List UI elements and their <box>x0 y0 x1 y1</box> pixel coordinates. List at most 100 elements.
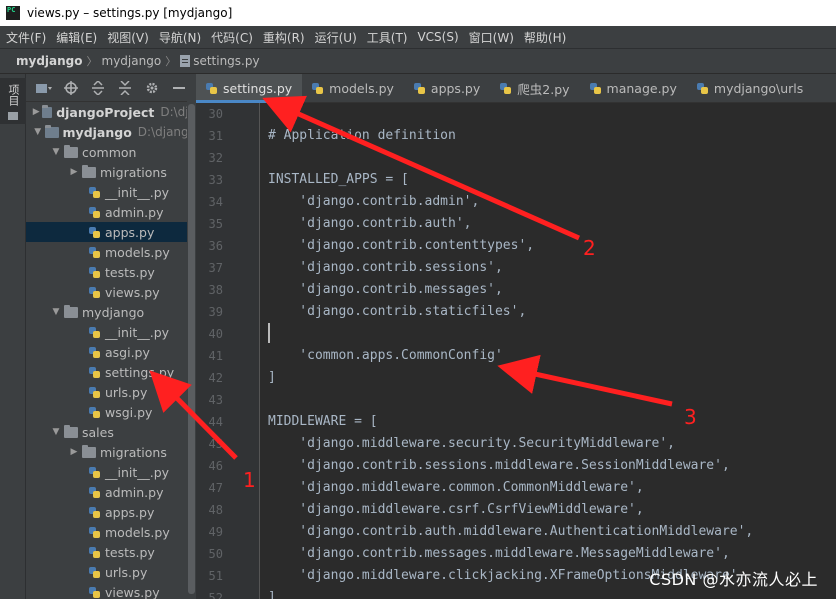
python-file-icon <box>89 266 100 278</box>
settings-gear-icon[interactable] <box>144 80 160 96</box>
project-tool-tab[interactable]: 项目 <box>0 78 26 124</box>
project-view-dropdown-icon[interactable] <box>36 80 52 96</box>
tab-settings[interactable]: settings.py <box>196 74 303 103</box>
menu-run[interactable]: 运行(U) <box>315 29 357 46</box>
menu-help[interactable]: 帮助(H) <box>524 29 566 46</box>
tree-item-file-selected[interactable]: apps.py <box>26 222 196 242</box>
tree-item-file[interactable]: urls.py <box>26 562 196 582</box>
tree-item-file[interactable]: urls.py <box>26 382 196 402</box>
chevron-down-icon[interactable]: ▼ <box>50 427 62 437</box>
line-number-gutter[interactable]: 30 31 32 33 34 35 36 37 38 39 40 41 42 4… <box>196 103 260 599</box>
tree-item-migrations[interactable]: ▶ migrations <box>26 442 196 462</box>
code-line: 'django.contrib.auth', <box>268 216 472 231</box>
window-title: views.py – settings.py [mydjango] <box>27 6 233 20</box>
tree-item-file[interactable]: __init__.py <box>26 322 196 342</box>
tree-item-file[interactable]: models.py <box>26 522 196 542</box>
code-editor[interactable]: # Application definition INSTALLED_APPS … <box>261 103 836 599</box>
tree-item-label: mydjango <box>62 124 132 140</box>
tree-item-label: admin.py <box>105 484 164 500</box>
python-file-icon <box>89 366 100 378</box>
tab-label: manage.py <box>606 81 677 96</box>
tree-item-file[interactable]: wsgi.py <box>26 402 196 422</box>
tab-models[interactable]: models.py <box>302 74 404 103</box>
tree-item-label: asgi.py <box>105 344 150 360</box>
folder-icon <box>42 104 53 118</box>
tree-item-file[interactable]: admin.py <box>26 202 196 222</box>
tree-item-label: sales <box>82 424 114 440</box>
tree-item-file[interactable]: models.py <box>26 242 196 262</box>
chevron-down-icon[interactable]: ▼ <box>32 127 43 137</box>
chevron-right-icon[interactable]: ▶ <box>68 447 80 457</box>
menu-tools[interactable]: 工具(T) <box>367 29 408 46</box>
chevron-right-icon[interactable]: ▶ <box>32 107 40 117</box>
tree-item-common[interactable]: ▼ common <box>26 142 196 162</box>
tree-item-file[interactable]: asgi.py <box>26 342 196 362</box>
expand-all-icon[interactable] <box>90 80 106 96</box>
hide-icon[interactable] <box>171 80 187 96</box>
collapse-all-icon[interactable] <box>117 80 133 96</box>
project-tree: ▶ djangoProject D:\dja ▼ mydjango D:\dja… <box>26 102 196 599</box>
code-line: 'django.contrib.staticfiles', <box>268 304 527 319</box>
breadcrumb-project[interactable]: mydjango <box>16 54 83 68</box>
menu-window[interactable]: 窗口(W) <box>469 29 514 46</box>
breadcrumb-file[interactable]: settings.py <box>193 54 259 68</box>
menu-code[interactable]: 代码(C) <box>211 29 253 46</box>
tree-item-label: urls.py <box>105 564 148 580</box>
menu-vcs[interactable]: VCS(S) <box>417 30 458 44</box>
chevron-down-icon[interactable]: ▼ <box>50 307 62 317</box>
project-panel: ▶ djangoProject D:\dja ▼ mydjango D:\dja… <box>26 74 196 599</box>
menu-file[interactable]: 文件(F) <box>6 29 46 46</box>
tree-item-label: views.py <box>105 284 160 300</box>
tree-item-label: __init__.py <box>105 464 170 480</box>
line-number: 44 <box>208 415 223 429</box>
tab-apps[interactable]: apps.py <box>404 74 490 103</box>
code-line: 'common.apps.CommonConfig' <box>268 348 503 363</box>
tree-item-sales[interactable]: ▼ sales <box>26 422 196 442</box>
python-file-icon <box>89 326 100 338</box>
line-number: 33 <box>208 173 223 187</box>
menu-navigate[interactable]: 导航(N) <box>159 29 201 46</box>
python-file-icon <box>89 186 100 198</box>
tree-item-file[interactable]: tests.py <box>26 542 196 562</box>
line-number: 36 <box>208 239 223 253</box>
tree-item-label: wsgi.py <box>105 404 153 420</box>
chevron-down-icon[interactable]: ▼ <box>50 147 62 157</box>
menu-view[interactable]: 视图(V) <box>107 29 149 46</box>
tree-item-file[interactable]: tests.py <box>26 262 196 282</box>
python-file-icon <box>89 506 100 518</box>
tab-manage[interactable]: manage.py <box>580 74 687 103</box>
line-number: 37 <box>208 261 223 275</box>
tree-item-file[interactable]: __init__.py <box>26 182 196 202</box>
tree-item-settings[interactable]: settings.py <box>26 362 196 382</box>
locate-icon[interactable] <box>63 80 79 96</box>
breadcrumb-separator-icon: 〉 <box>165 55 177 68</box>
breadcrumb-folder[interactable]: mydjango <box>102 54 162 68</box>
python-file-icon <box>89 566 100 578</box>
project-toolbar <box>26 74 196 102</box>
code-line: 'django.contrib.sessions', <box>268 260 503 275</box>
chevron-right-icon[interactable]: ▶ <box>68 167 80 177</box>
annotation-label-3: 3 <box>684 405 697 429</box>
tree-item-label: __init__.py <box>105 324 170 340</box>
tree-item-migrations[interactable]: ▶ migrations <box>26 162 196 182</box>
tree-item-file[interactable]: __init__.py <box>26 462 196 482</box>
code-line: 'django.contrib.sessions.middleware.Sess… <box>268 458 730 473</box>
tree-item-file[interactable]: views.py <box>26 282 196 302</box>
menu-edit[interactable]: 编辑(E) <box>56 29 97 46</box>
tree-item-mydjango-root[interactable]: ▼ mydjango D:\django <box>26 122 196 142</box>
tree-item-label: tests.py <box>105 264 155 280</box>
tree-item-djangoproject[interactable]: ▶ djangoProject D:\dja <box>26 102 196 122</box>
tab-crawler2[interactable]: 爬虫2.py <box>490 74 579 103</box>
tab-urls[interactable]: mydjango\urls <box>687 74 813 103</box>
menu-refactor[interactable]: 重构(R) <box>263 29 305 46</box>
breadcrumb: mydjango 〉 mydjango 〉 settings.py <box>0 48 836 74</box>
tree-item-label: tests.py <box>105 544 155 560</box>
tree-item-mydjango[interactable]: ▼ mydjango <box>26 302 196 322</box>
python-file-icon <box>89 246 100 258</box>
tree-item-file[interactable]: admin.py <box>26 482 196 502</box>
code-line: 'django.contrib.admin', <box>268 194 480 209</box>
tree-item-file[interactable]: apps.py <box>26 502 196 522</box>
tree-item-file[interactable]: views.py <box>26 582 196 599</box>
line-number: 39 <box>208 305 223 319</box>
tree-item-label: __init__.py <box>105 184 170 200</box>
